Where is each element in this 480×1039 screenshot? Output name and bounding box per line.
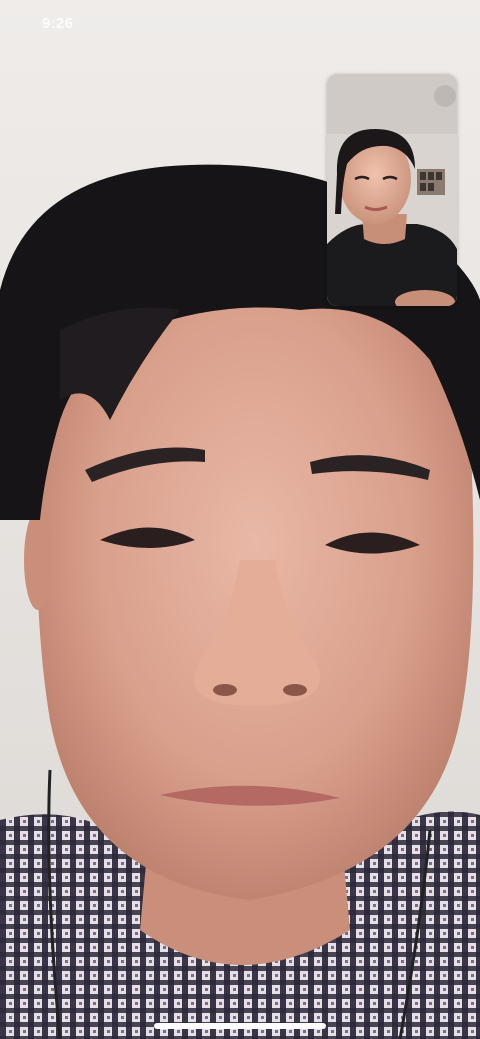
self-view-preview[interactable] — [327, 74, 457, 306]
video-call-screen: 9:26 — [0, 0, 480, 1039]
home-indicator[interactable] — [154, 1023, 326, 1029]
status-bar-time: 9:26 — [42, 15, 74, 32]
self-view-video-icon — [327, 74, 457, 306]
